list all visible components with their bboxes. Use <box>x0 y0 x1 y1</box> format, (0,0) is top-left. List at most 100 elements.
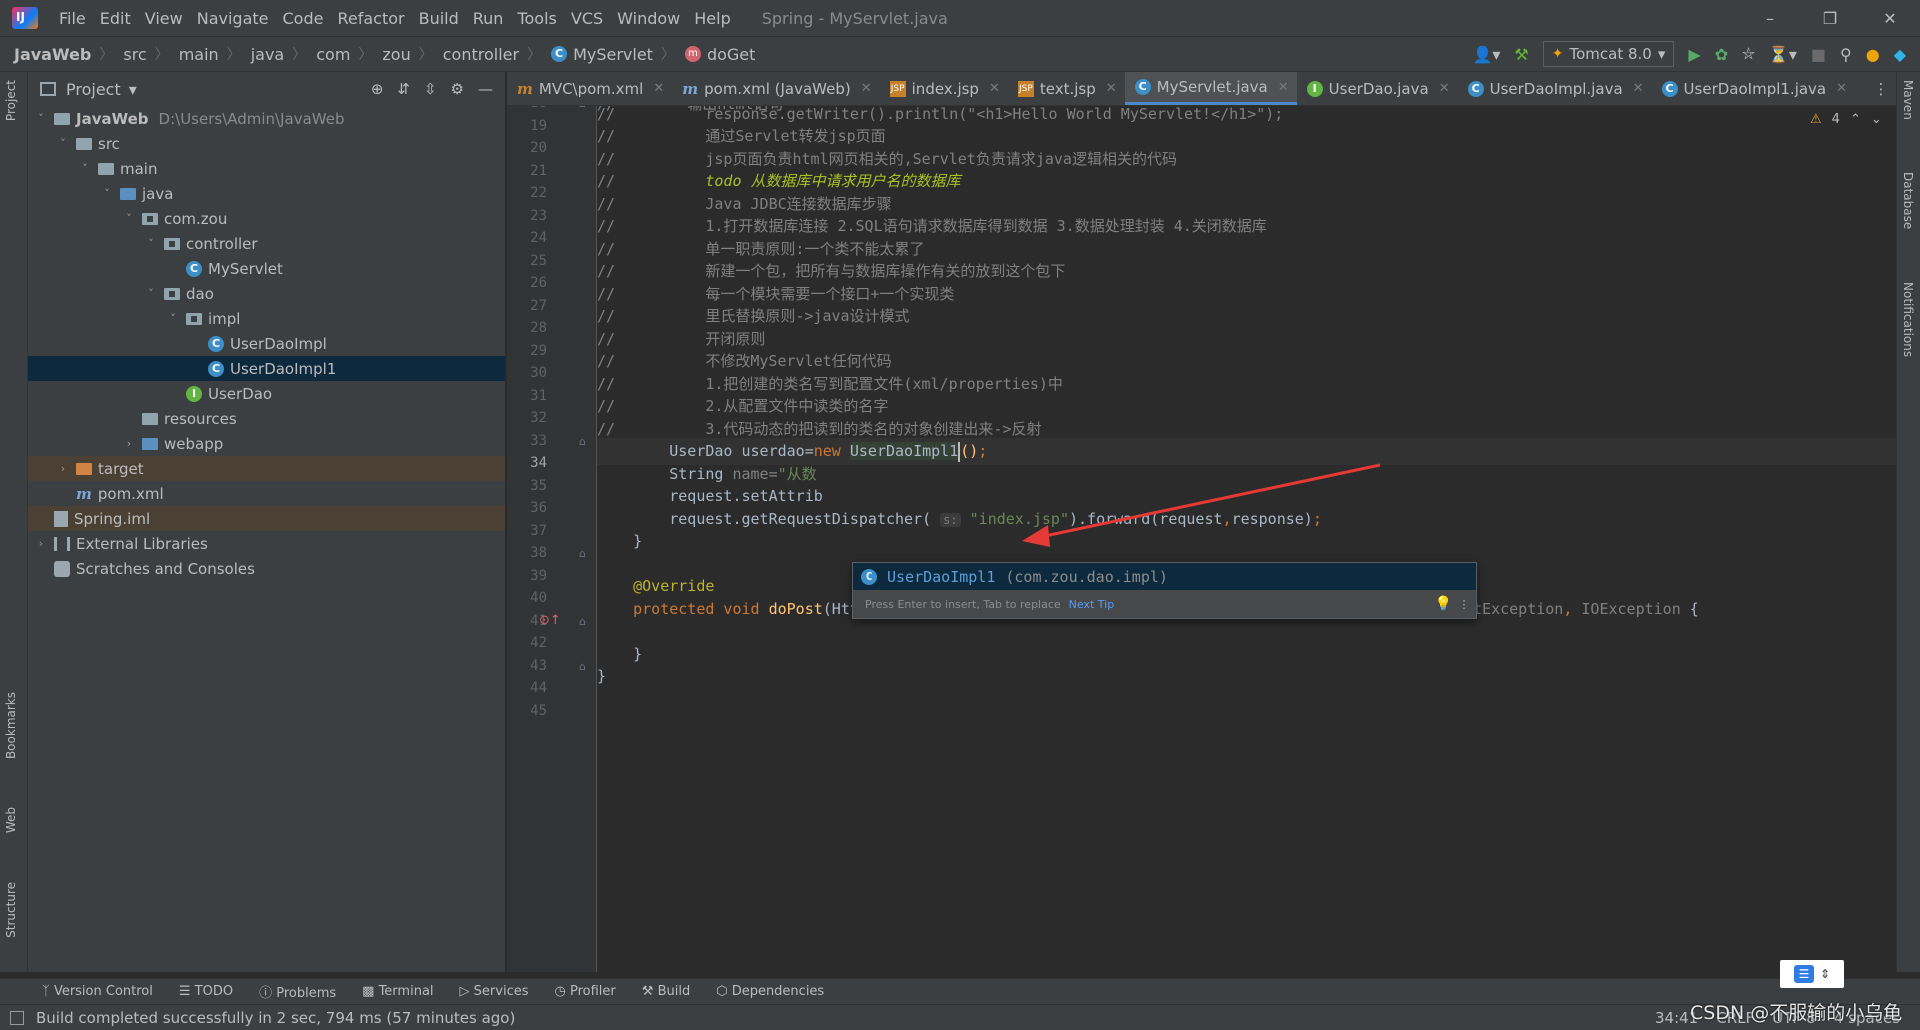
tree-item-target[interactable]: › target <box>28 456 505 481</box>
tree-item-webapp[interactable]: › webapp <box>28 431 505 456</box>
project-panel-title[interactable]: Project <box>66 80 121 99</box>
line-number[interactable]: 40 <box>507 590 547 606</box>
minimize-icon[interactable]: – <box>1740 9 1800 28</box>
chevron-right-icon[interactable]: › <box>34 537 48 550</box>
line-number[interactable]: 27 <box>507 298 547 314</box>
editor-tab-userdaoimpl-java[interactable]: C UserDaoImpl.java ✕ <box>1458 72 1652 105</box>
breadcrumb-controller[interactable]: controller <box>433 45 519 64</box>
inspection-widget[interactable]: ⚠ 4 ⌃ ⌄ <box>1810 112 1882 127</box>
tree-item-userdao[interactable]: I UserDao <box>28 381 505 406</box>
chevron-down-icon[interactable]: ˅ <box>166 312 180 325</box>
breadcrumb-com[interactable]: com <box>306 45 350 64</box>
profile-icon[interactable]: ⏳▾ <box>1769 45 1797 64</box>
menu-build[interactable]: Build <box>412 9 466 28</box>
override-gutter-icon[interactable]: ⊙↑ <box>539 613 561 628</box>
coverage-icon[interactable]: ⛦ <box>1742 44 1755 64</box>
terminal-tab[interactable]: ▩ Terminal <box>362 984 433 999</box>
close-tab-icon[interactable]: ✕ <box>861 81 872 96</box>
chevron-down-icon[interactable]: ˅ <box>34 112 48 125</box>
editor-tab-userdaoimpl1-java[interactable]: C UserDaoImpl1.java ✕ <box>1652 72 1855 105</box>
tree-item-javaweb[interactable]: ˅ JavaWeb D:\Users\Admin\JavaWeb <box>28 106 505 131</box>
expand-all-icon[interactable]: ⇵ <box>397 80 410 98</box>
status-message[interactable]: Build completed successfully in 2 sec, 7… <box>36 1009 515 1027</box>
breadcrumb-doget[interactable]: m doGet <box>675 45 755 64</box>
user-icon[interactable]: 👤▾ <box>1472 45 1500 64</box>
fold-icon[interactable]: ⌂ <box>579 435 586 448</box>
toggle-tool-windows-icon[interactable] <box>10 1010 24 1025</box>
chevron-down-icon[interactable]: ˅ <box>78 162 92 175</box>
close-tab-icon[interactable]: ✕ <box>1106 81 1117 96</box>
structure-tool-tab[interactable]: Structure <box>4 882 18 938</box>
tree-item-src[interactable]: ˅ src <box>28 131 505 156</box>
menu-file[interactable]: File <box>52 9 93 28</box>
hide-icon[interactable]: — <box>478 80 493 98</box>
breadcrumb-zou[interactable]: zou <box>372 45 410 64</box>
line-number[interactable]: 19 <box>507 118 547 134</box>
line-number[interactable]: 18 <box>507 106 547 111</box>
line-number[interactable]: 30 <box>507 365 547 381</box>
line-number[interactable]: 35 <box>507 478 547 494</box>
line-number[interactable]: 29 <box>507 343 547 359</box>
run-config-select[interactable]: ✦ Tomcat 8.0 ▾ <box>1542 41 1675 67</box>
chevron-down-icon[interactable]: ˅ <box>122 212 136 225</box>
services-tab[interactable]: ▷ Services <box>460 984 529 999</box>
chevron-down-icon[interactable]: ⌄ <box>1871 112 1882 127</box>
collapse-all-icon[interactable]: ⇳ <box>424 80 437 98</box>
tree-item-resources[interactable]: resources <box>28 406 505 431</box>
tree-item-myservlet[interactable]: C MyServlet <box>28 256 505 281</box>
breadcrumb-myservlet[interactable]: C MyServlet <box>541 45 653 64</box>
line-number[interactable]: 34 <box>507 455 547 471</box>
line-number[interactable]: 26 <box>507 275 547 291</box>
line-number[interactable]: 36 <box>507 500 547 516</box>
line-number[interactable]: 38 <box>507 545 547 561</box>
web-tool-tab[interactable]: Web <box>4 807 18 833</box>
chevron-down-icon[interactable]: ˅ <box>144 237 158 250</box>
editor-tab-text-jsp[interactable]: JSP text.jsp ✕ <box>1008 72 1125 105</box>
tree-item-pom-xml[interactable]: m pom.xml <box>28 481 505 506</box>
line-number[interactable]: 45 <box>507 703 547 719</box>
tree-item-com-zou[interactable]: ˅ com.zou <box>28 206 505 231</box>
close-tab-icon[interactable]: ✕ <box>1439 81 1450 96</box>
chevron-down-icon[interactable]: ˅ <box>144 287 158 300</box>
database-tool-tab[interactable]: Database <box>1901 172 1915 229</box>
close-tab-icon[interactable]: ✕ <box>1633 81 1644 96</box>
hammer-build-icon[interactable]: ⚒ <box>1514 45 1528 64</box>
menu-tools[interactable]: Tools <box>510 9 563 28</box>
chevron-down-icon[interactable]: ˅ <box>100 187 114 200</box>
line-number[interactable]: 24 <box>507 230 547 246</box>
close-tab-icon[interactable]: ✕ <box>1836 81 1847 96</box>
tree-item-controller[interactable]: ˅ controller <box>28 231 505 256</box>
editor-tab-mvc-pom-xml[interactable]: m MVC\pom.xml ✕ <box>507 72 672 105</box>
gear-icon[interactable]: ⚙ <box>451 80 464 98</box>
line-number[interactable]: 20 <box>507 140 547 156</box>
chevron-up-icon[interactable]: ⌃ <box>1850 112 1861 127</box>
stop-icon[interactable]: ■ <box>1811 45 1826 64</box>
editor-tab-pom-xml-javaweb-[interactable]: m pom.xml (JavaWeb) ✕ <box>672 72 879 105</box>
line-number[interactable]: 25 <box>507 253 547 269</box>
menu-navigate[interactable]: Navigate <box>190 9 276 28</box>
version-control-tab[interactable]: ᛉ Version Control <box>42 984 153 999</box>
tree-item-java[interactable]: ˅ java <box>28 181 505 206</box>
close-tab-icon[interactable]: ✕ <box>653 81 664 96</box>
completion-item[interactable]: C UserDaoImpl1 (com.zou.dao.impl) <box>853 563 1476 590</box>
debug-icon[interactable]: ✿ <box>1715 45 1728 64</box>
locate-icon[interactable]: ⊕ <box>371 80 384 98</box>
maven-tool-tab[interactable]: Maven <box>1901 80 1915 120</box>
tree-item-impl[interactable]: ˅ impl <box>28 306 505 331</box>
more-options-icon[interactable]: ⋮ <box>1452 598 1476 611</box>
menu-edit[interactable]: Edit <box>93 9 138 28</box>
menu-run[interactable]: Run <box>466 9 511 28</box>
todo-tab[interactable]: ☰ TODO <box>179 984 233 999</box>
line-number[interactable]: 32 <box>507 410 547 426</box>
menu-view[interactable]: View <box>138 9 190 28</box>
search-icon[interactable]: ⚲ <box>1840 45 1852 64</box>
breadcrumb-main[interactable]: main <box>169 45 219 64</box>
notifications-tool-tab[interactable]: Notifications <box>1901 282 1915 357</box>
line-number[interactable]: 42 <box>507 635 547 651</box>
close-tab-icon[interactable]: ✕ <box>989 81 1000 96</box>
line-number[interactable]: 31 <box>507 388 547 404</box>
chevron-right-icon[interactable]: › <box>122 437 136 450</box>
tree-item-userdaoimpl1[interactable]: C UserDaoImpl1 <box>28 356 505 381</box>
ime-indicator[interactable]: ☰ ⇕ <box>1780 960 1844 988</box>
line-number[interactable]: 37 <box>507 523 547 539</box>
